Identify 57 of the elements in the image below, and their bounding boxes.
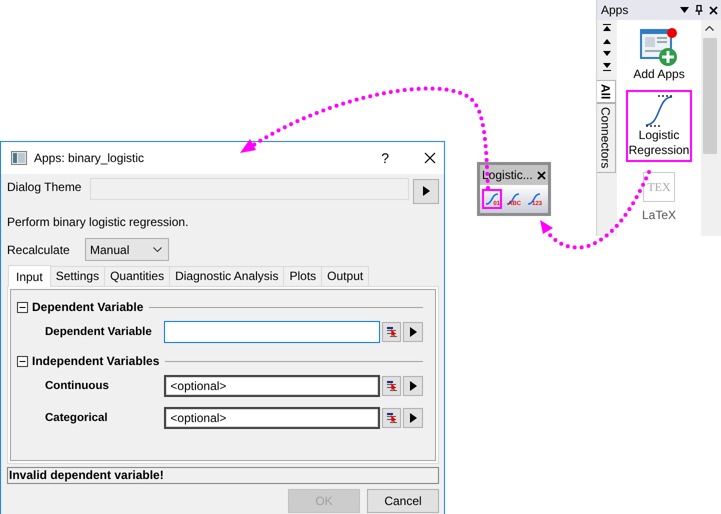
- description-text: Perform binary logistic regression.: [7, 215, 190, 229]
- select-data-button[interactable]: [382, 376, 402, 396]
- scroll-bottom-icon[interactable]: [603, 63, 611, 71]
- collapse-icon[interactable]: [17, 356, 28, 366]
- select-data-button[interactable]: [382, 322, 402, 342]
- group-title: Dependent Variable: [32, 300, 144, 314]
- theme-menu-button[interactable]: [413, 178, 439, 204]
- scroll-down-icon[interactable]: [603, 51, 611, 56]
- play-icon: [410, 327, 417, 337]
- input-field[interactable]: <optional>: [164, 375, 380, 397]
- sigmoid-curve-icon: [644, 94, 674, 128]
- tab[interactable]: Input: [8, 265, 51, 287]
- recalculate-dropdown[interactable]: Manual: [85, 238, 169, 261]
- menu-button[interactable]: [403, 408, 423, 428]
- play-icon: [410, 381, 417, 391]
- field-label: Continuous: [45, 380, 110, 392]
- field-label: Recalculate: [7, 242, 71, 256]
- scroll-up-icon[interactable]: [603, 39, 611, 44]
- close-icon[interactable]: [709, 6, 718, 14]
- tex-icon: TEX: [643, 172, 675, 202]
- scroll-up-icon[interactable]: [705, 26, 714, 31]
- select-data-button[interactable]: [382, 408, 402, 428]
- status-message: Invalid dependent variable!: [7, 467, 439, 484]
- dataset-picker-icon: [386, 380, 398, 392]
- play-icon: [422, 186, 430, 196]
- scrollbar-thumb[interactable]: [702, 38, 716, 154]
- close-icon[interactable]: [537, 170, 546, 180]
- side-tab[interactable]: All: [596, 80, 616, 104]
- input-field[interactable]: [164, 321, 380, 343]
- toolbar-title: Logistic...: [482, 168, 533, 182]
- collapse-icon[interactable]: [17, 302, 28, 312]
- dropdown-icon[interactable]: [680, 7, 689, 13]
- app-icon: [11, 151, 27, 165]
- scroll-top-icon[interactable]: [603, 24, 611, 32]
- play-icon: [410, 413, 417, 423]
- menu-button[interactable]: [403, 322, 423, 342]
- field-label: Categorical: [45, 412, 109, 424]
- input-field[interactable]: <optional>: [164, 407, 380, 429]
- close-icon[interactable]: [424, 152, 436, 164]
- side-tab[interactable]: Connectors: [596, 103, 616, 173]
- dataset-picker-icon: [386, 412, 398, 424]
- window-title: Apps: binary_logistic: [34, 151, 146, 165]
- field-label: Dependent Variable: [45, 326, 153, 338]
- app-item[interactable]: TEX LaTeX: [626, 166, 692, 227]
- add-apps-icon: [639, 27, 679, 67]
- group-title: Independent Variables: [32, 354, 160, 368]
- field-label: Dialog Theme: [7, 180, 82, 194]
- pin-icon[interactable]: [695, 5, 703, 15]
- app-item[interactable]: Logistic Regression: [626, 90, 692, 162]
- panel-title: Apps: [601, 3, 630, 17]
- menu-button[interactable]: [403, 376, 423, 396]
- dialog-button[interactable]: Cancel: [367, 489, 439, 513]
- tab[interactable]: Output: [321, 266, 370, 286]
- help-button[interactable]: ?: [381, 150, 389, 166]
- app-item[interactable]: Add Apps: [626, 23, 692, 86]
- chevron-down-icon: [153, 247, 162, 252]
- dataset-picker-icon: [386, 326, 398, 338]
